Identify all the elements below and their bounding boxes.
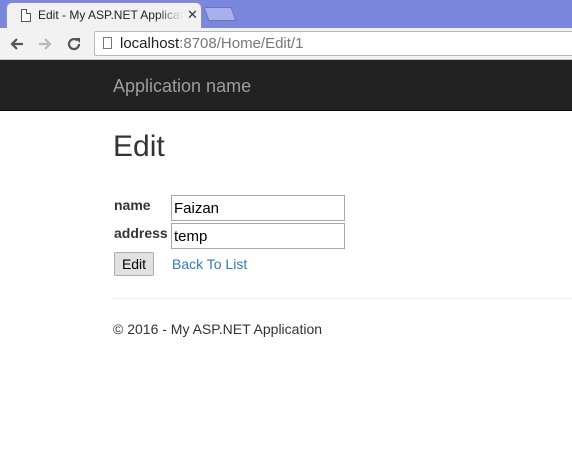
reload-icon[interactable] bbox=[63, 33, 85, 55]
tab-title-fade bbox=[157, 5, 183, 25]
back-icon[interactable] bbox=[6, 33, 28, 55]
address-input[interactable] bbox=[171, 223, 345, 249]
favicon-icon bbox=[21, 9, 31, 22]
brand-link[interactable]: Application name bbox=[113, 76, 251, 97]
page-title: Edit bbox=[113, 130, 165, 163]
close-icon[interactable]: ✕ bbox=[187, 7, 198, 23]
footer-divider bbox=[113, 298, 572, 299]
name-input[interactable] bbox=[171, 195, 345, 221]
address-bar[interactable]: localhost:8708/Home/Edit/1 bbox=[94, 31, 572, 56]
site-navbar: Application name bbox=[0, 60, 572, 111]
browser-tab[interactable]: Edit - My ASP.NET Application ✕ bbox=[6, 2, 202, 28]
page-icon bbox=[103, 37, 112, 49]
url-text: localhost:8708/Home/Edit/1 bbox=[120, 35, 303, 52]
new-tab-button[interactable] bbox=[203, 7, 237, 21]
browser-tab-strip: Edit - My ASP.NET Application ✕ bbox=[0, 0, 572, 28]
edit-button[interactable]: Edit bbox=[114, 252, 154, 276]
browser-toolbar: localhost:8708/Home/Edit/1 bbox=[0, 28, 572, 60]
address-label: address bbox=[114, 225, 168, 241]
url-path: :8708/Home/Edit/1 bbox=[179, 35, 304, 52]
footer-text: © 2016 - My ASP.NET Application bbox=[113, 321, 323, 337]
name-label: name bbox=[114, 197, 151, 213]
url-host: localhost bbox=[120, 35, 180, 52]
forward-icon[interactable] bbox=[34, 33, 56, 55]
back-to-list-link[interactable]: Back To List bbox=[172, 256, 247, 272]
